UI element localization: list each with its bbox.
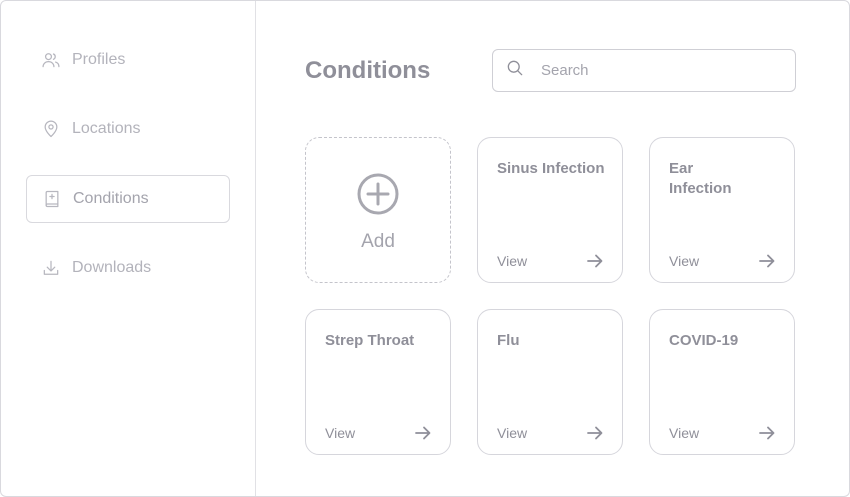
plus-circle-icon — [357, 173, 399, 215]
app-window: Profiles Locations Conditions Downloads … — [0, 0, 850, 497]
card-title: COVID-19 — [669, 332, 739, 349]
main-content: Conditions Add Sinus Infection View Ear … — [256, 1, 849, 496]
card-title: Strep Throat — [325, 332, 415, 349]
add-label: Add — [361, 231, 395, 252]
condition-card-flu[interactable]: Flu View — [477, 309, 623, 455]
condition-card-covid-19[interactable]: COVID-19 View — [649, 309, 795, 455]
page-title: Conditions — [305, 57, 431, 84]
arrow-right-icon[interactable] — [757, 423, 777, 443]
book-plus-icon — [41, 188, 63, 210]
sidebar-item-label: Downloads — [72, 259, 152, 276]
arrow-right-icon[interactable] — [585, 251, 605, 271]
sidebar-item-label: Conditions — [73, 190, 149, 207]
condition-card-ear-infection[interactable]: Ear Infection View — [649, 137, 795, 283]
view-link[interactable]: View — [669, 425, 699, 441]
view-link[interactable]: View — [497, 425, 527, 441]
sidebar-item-label: Profiles — [72, 51, 126, 68]
search-icon — [505, 58, 525, 83]
view-link[interactable]: View — [497, 253, 527, 269]
download-icon — [40, 257, 62, 279]
arrow-right-icon[interactable] — [413, 423, 433, 443]
sidebar: Profiles Locations Conditions Downloads — [1, 1, 256, 496]
add-condition-card[interactable]: Add — [305, 137, 451, 283]
card-title: Sinus Infection — [497, 160, 605, 177]
condition-card-sinus-infection[interactable]: Sinus Infection View — [477, 137, 623, 283]
view-link[interactable]: View — [325, 425, 355, 441]
users-icon — [40, 49, 62, 71]
card-title: Flu — [497, 332, 520, 349]
sidebar-item-locations[interactable]: Locations — [26, 105, 230, 153]
view-link[interactable]: View — [669, 253, 699, 269]
card-title: Ear Infection — [669, 160, 732, 197]
sidebar-item-downloads[interactable]: Downloads — [26, 244, 230, 292]
map-pin-icon — [40, 118, 62, 140]
sidebar-item-profiles[interactable]: Profiles — [26, 36, 230, 84]
sidebar-item-label: Locations — [72, 120, 141, 137]
arrow-right-icon[interactable] — [585, 423, 605, 443]
sidebar-item-conditions[interactable]: Conditions — [26, 175, 230, 223]
condition-card-strep-throat[interactable]: Strep Throat View — [305, 309, 451, 455]
search-input[interactable] — [539, 61, 773, 80]
arrow-right-icon[interactable] — [757, 251, 777, 271]
search-box[interactable] — [492, 49, 796, 92]
